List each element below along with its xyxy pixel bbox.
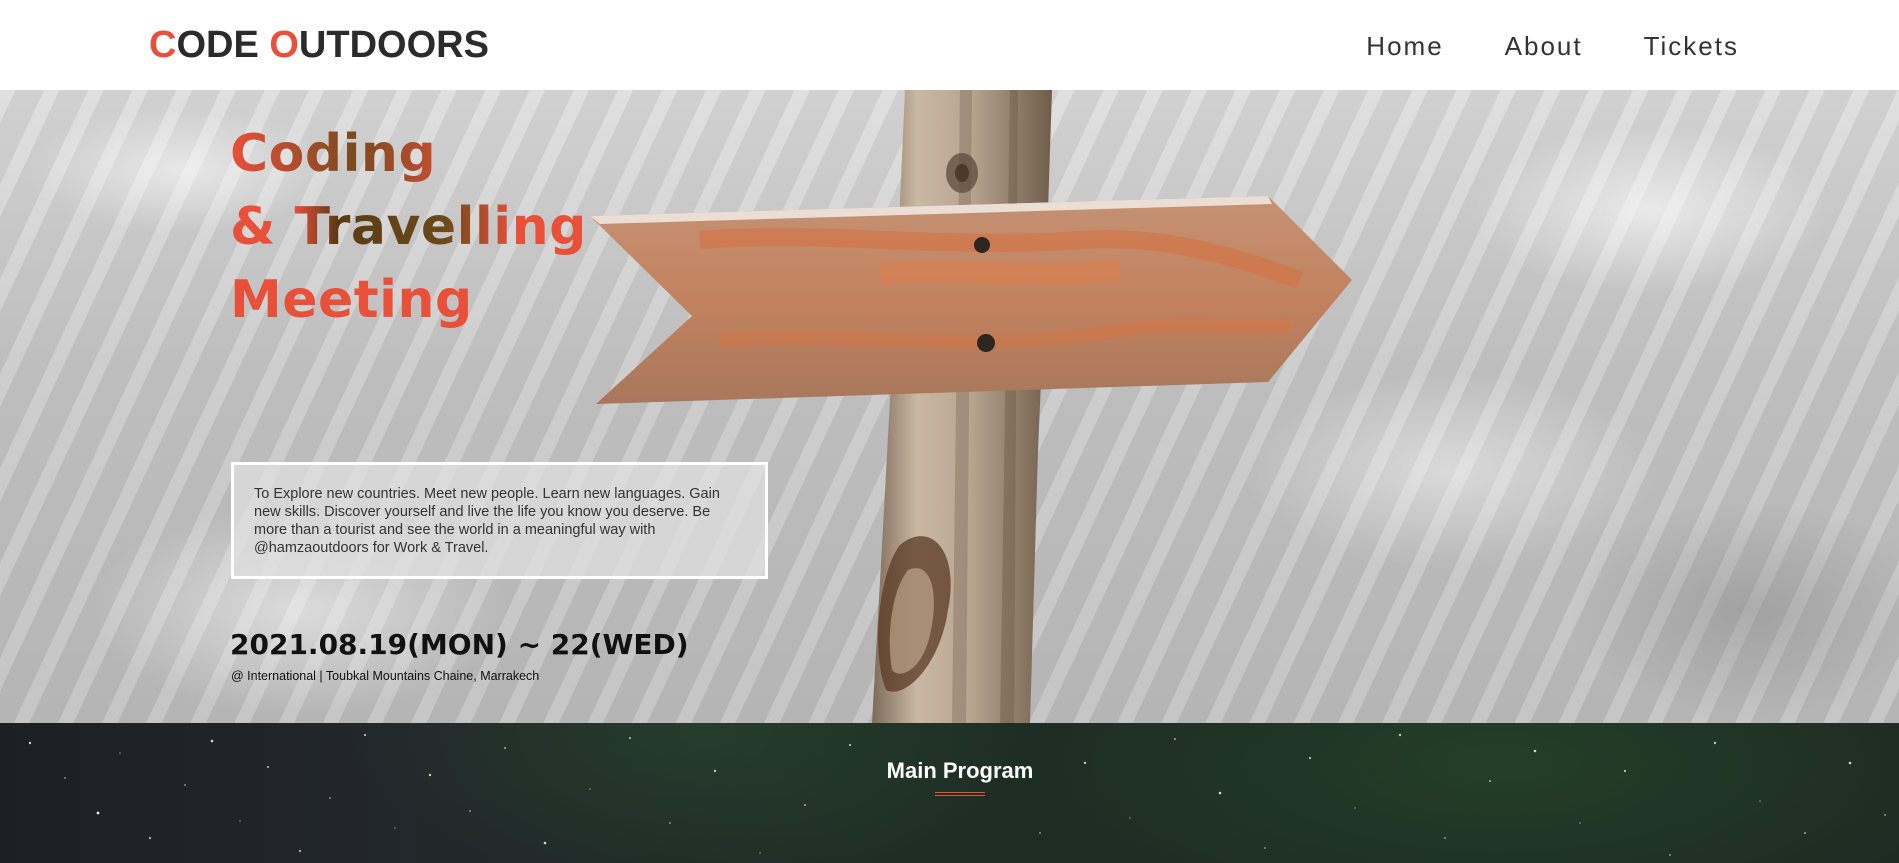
heading-underline — [935, 792, 985, 796]
event-date: 2021.08.19(MON) ~ 22(WED) — [230, 628, 689, 661]
site-logo[interactable]: CODE OUTDOORS — [149, 22, 489, 68]
hero-title-line-2: & Travelling — [230, 191, 587, 264]
logo-initial-o: O — [269, 24, 299, 66]
hero-title-line-1: Coding — [230, 118, 587, 191]
logo-text-code: ODE — [176, 24, 270, 66]
main-nav: Home About Tickets — [1305, 28, 1739, 64]
intro-text-box: To Explore new countries. Meet new peopl… — [231, 462, 768, 579]
hero-section: Coding & Travelling Meeting To Explore n… — [0, 90, 1899, 723]
logo-initial-c: C — [149, 24, 177, 66]
hero-title: Coding & Travelling Meeting — [230, 118, 587, 337]
nav-about-link[interactable]: About — [1505, 28, 1583, 64]
nav-tickets-link[interactable]: Tickets — [1644, 28, 1739, 64]
event-location: @ International | Toubkal Mountains Chai… — [231, 669, 540, 683]
main-program-section: Main Program — [0, 723, 1899, 863]
site-header: CODE OUTDOORS Home About Tickets — [0, 0, 1899, 90]
nav-home-link[interactable]: Home — [1366, 28, 1443, 64]
main-program-heading: Main Program — [886, 758, 1034, 783]
hero-title-line-3: Meeting — [230, 270, 473, 330]
intro-text: To Explore new countries. Meet new peopl… — [254, 486, 720, 556]
logo-text-outdoors: UTDOORS — [298, 24, 489, 66]
